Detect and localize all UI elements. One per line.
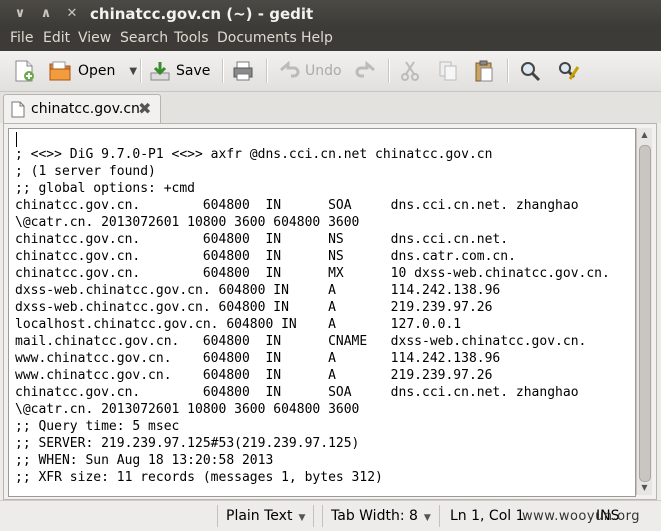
editor-line: localhost.chinatcc.gov.cn. 604800 IN A 1… <box>15 317 462 332</box>
tab-width-label: Tab Width: 8 <box>331 508 418 524</box>
menu-help[interactable]: Help <box>301 30 333 46</box>
menu-file[interactable]: File <box>10 30 33 46</box>
open-button[interactable]: Open ▼ <box>48 57 137 85</box>
tab-chinatcc[interactable]: chinatcc.gov.cn ✖ <box>3 94 161 124</box>
toolbar-separator <box>507 59 509 83</box>
save-label: Save <box>176 63 211 79</box>
editor-line: mail.chinatcc.gov.cn. 604800 IN CNAME dx… <box>15 334 587 349</box>
save-button[interactable]: Save <box>148 57 210 85</box>
window-title: chinatcc.gov.cn (~) - gedit <box>90 5 314 23</box>
open-label: Open <box>78 63 116 79</box>
find-replace-button[interactable] <box>556 57 582 85</box>
editor-line: ;; SERVER: 219.239.97.125#53(219.239.97.… <box>15 436 360 451</box>
watermark-text: www.wooyun.org <box>522 509 641 524</box>
editor-line: ; <<>> DiG 9.7.0-P1 <<>> axfr @dns.cci.c… <box>15 147 493 162</box>
editor-line: chinatcc.gov.cn. 604800 IN MX 10 dxss-we… <box>15 266 610 281</box>
scroll-down-icon[interactable]: ▼ <box>637 481 652 495</box>
chevron-down-icon: ▼ <box>298 513 306 523</box>
undo-icon <box>280 60 300 78</box>
text-cursor <box>16 132 17 147</box>
printer-icon <box>233 61 253 81</box>
minimize-icon[interactable]: ∨ <box>12 6 28 22</box>
redo-icon <box>355 60 375 78</box>
toolbar: Open ▼ Save Undo <box>0 51 661 92</box>
editor-line: www.chinatcc.gov.cn. 604800 IN A 219.239… <box>15 368 493 383</box>
editor-content[interactable]: ; <<>> DiG 9.7.0-P1 <<>> axfr @dns.cci.c… <box>15 146 610 486</box>
new-button[interactable] <box>12 57 36 85</box>
menu-tools[interactable]: Tools <box>174 30 209 46</box>
redo-button[interactable] <box>354 57 378 85</box>
syntax-mode-dropdown[interactable]: Plain Text ▼ <box>217 505 315 527</box>
new-document-icon <box>15 60 34 82</box>
copy-icon <box>439 61 457 81</box>
editor-line: chinatcc.gov.cn. 604800 IN NS dns.catr.c… <box>15 249 516 264</box>
find-button[interactable] <box>518 57 542 85</box>
document-tab-bar: chinatcc.gov.cn ✖ <box>0 92 661 124</box>
scissors-icon <box>401 61 419 81</box>
undo-label: Undo <box>305 63 342 79</box>
paste-button[interactable] <box>472 57 496 85</box>
chevron-down-icon: ▼ <box>423 513 431 523</box>
text-editor[interactable]: ; <<>> DiG 9.7.0-P1 <<>> axfr @dns.cci.c… <box>8 128 636 497</box>
toolbar-separator <box>140 59 142 83</box>
editor-line: ;; XFR size: 11 records (messages 1, byt… <box>15 470 383 485</box>
tab-label: chinatcc.gov.cn <box>31 101 140 117</box>
open-recent-dropdown-icon[interactable]: ▼ <box>129 66 137 77</box>
tab-width-dropdown[interactable]: Tab Width: 8 ▼ <box>322 505 440 527</box>
open-folder-icon <box>49 61 71 81</box>
scrollbar-thumb[interactable] <box>639 145 651 482</box>
cut-button[interactable] <box>398 57 422 85</box>
tab-close-icon[interactable]: ✖ <box>138 99 151 118</box>
scroll-up-icon[interactable]: ▲ <box>637 128 652 142</box>
toolbar-separator <box>388 59 390 83</box>
editor-line: ; (1 server found) <box>15 164 156 179</box>
editor-line: \@catr.cn. 2013072601 10800 3600 604800 … <box>15 402 360 417</box>
find-replace-icon <box>559 62 580 80</box>
editor-line: ;; global options: +cmd <box>15 181 196 196</box>
text-file-icon <box>11 101 25 118</box>
maximize-icon[interactable]: ∧ <box>38 6 54 22</box>
editor-line: ;; WHEN: Sun Aug 18 13:20:58 2013 <box>15 453 274 468</box>
editor-line: chinatcc.gov.cn. 604800 IN NS dns.cci.cn… <box>15 232 509 247</box>
toolbar-separator <box>266 59 268 83</box>
close-icon[interactable]: ✕ <box>64 6 80 22</box>
editor-line: chinatcc.gov.cn. 604800 IN SOA dns.cci.c… <box>15 385 579 400</box>
editor-line: www.chinatcc.gov.cn. 604800 IN A 114.242… <box>15 351 501 366</box>
vertical-scrollbar[interactable]: ▲ ▼ <box>636 128 652 495</box>
editor-line: \@catr.cn. 2013072601 10800 3600 604800 … <box>15 215 360 230</box>
menu-view[interactable]: View <box>78 30 111 46</box>
syntax-mode-label: Plain Text <box>226 508 293 524</box>
menu-edit[interactable]: Edit <box>43 30 70 46</box>
print-button[interactable] <box>231 57 255 85</box>
editor-line: ;; Query time: 5 msec <box>15 419 180 434</box>
copy-button[interactable] <box>436 57 460 85</box>
editor-frame: ; <<>> DiG 9.7.0-P1 <<>> axfr @dns.cci.c… <box>3 123 657 500</box>
toolbar-separator <box>222 59 224 83</box>
cursor-position: Ln 1, Col 1 <box>450 508 525 524</box>
menu-bar: File Edit View Search Tools Documents He… <box>0 27 661 51</box>
undo-button[interactable]: Undo <box>277 57 342 85</box>
editor-line: chinatcc.gov.cn. 604800 IN SOA dns.cci.c… <box>15 198 579 213</box>
save-icon <box>150 62 170 81</box>
menu-search[interactable]: Search <box>120 30 168 46</box>
editor-line: dxss-web.chinatcc.gov.cn. 604800 IN A 11… <box>15 283 501 298</box>
editor-line: dxss-web.chinatcc.gov.cn. 604800 IN A 21… <box>15 300 493 315</box>
title-bar: ∨ ∧ ✕ chinatcc.gov.cn (~) - gedit <box>0 0 661 27</box>
search-icon <box>521 62 541 82</box>
menu-documents[interactable]: Documents <box>217 30 297 46</box>
clipboard-icon <box>475 60 493 82</box>
